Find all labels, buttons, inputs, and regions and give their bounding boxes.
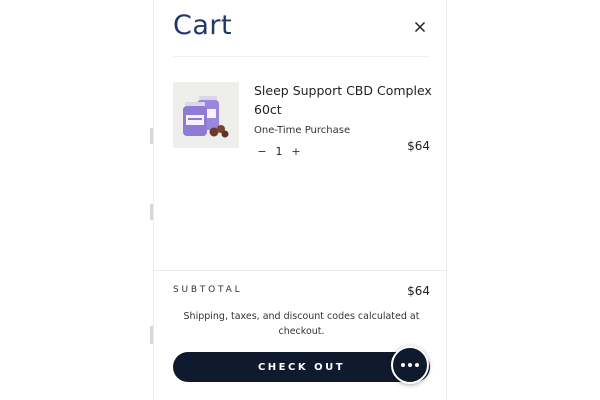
line-item-price: $64 [407, 139, 430, 153]
cart-title: Cart [173, 10, 233, 41]
purchase-type: One-Time Purchase [254, 125, 351, 136]
product-bottle-image [173, 82, 239, 148]
product-name[interactable]: Sleep Support CBD Complex 60ct [254, 81, 434, 119]
close-button[interactable] [411, 18, 429, 36]
drawer-edge [446, 0, 447, 400]
decrease-quantity-button[interactable]: − [254, 143, 270, 159]
background-mark [150, 204, 153, 220]
footer-divider [154, 270, 447, 271]
cart-drawer: Cart Sleep Support CBD Complex 60ct One-… [154, 0, 447, 400]
quantity-value[interactable]: 1 [270, 145, 288, 158]
background-mark [150, 128, 153, 144]
close-icon [414, 21, 426, 33]
checkout-label: CHECK OUT [257, 361, 346, 373]
chat-button[interactable] [391, 346, 429, 384]
page: Cart Sleep Support CBD Complex 60ct One-… [0, 0, 600, 400]
product-image[interactable] [173, 82, 239, 148]
header-divider [173, 56, 430, 57]
subtotal-label: SUBTOTAL [173, 285, 243, 295]
chat-bubble-icon [401, 363, 419, 367]
shipping-note: Shipping, taxes, and discount codes calc… [183, 311, 420, 337]
quantity-stepper: − 1 + [254, 143, 304, 159]
background-mark [150, 326, 153, 344]
subtotal-value: $64 [407, 284, 430, 298]
increase-quantity-button[interactable]: + [288, 143, 304, 159]
